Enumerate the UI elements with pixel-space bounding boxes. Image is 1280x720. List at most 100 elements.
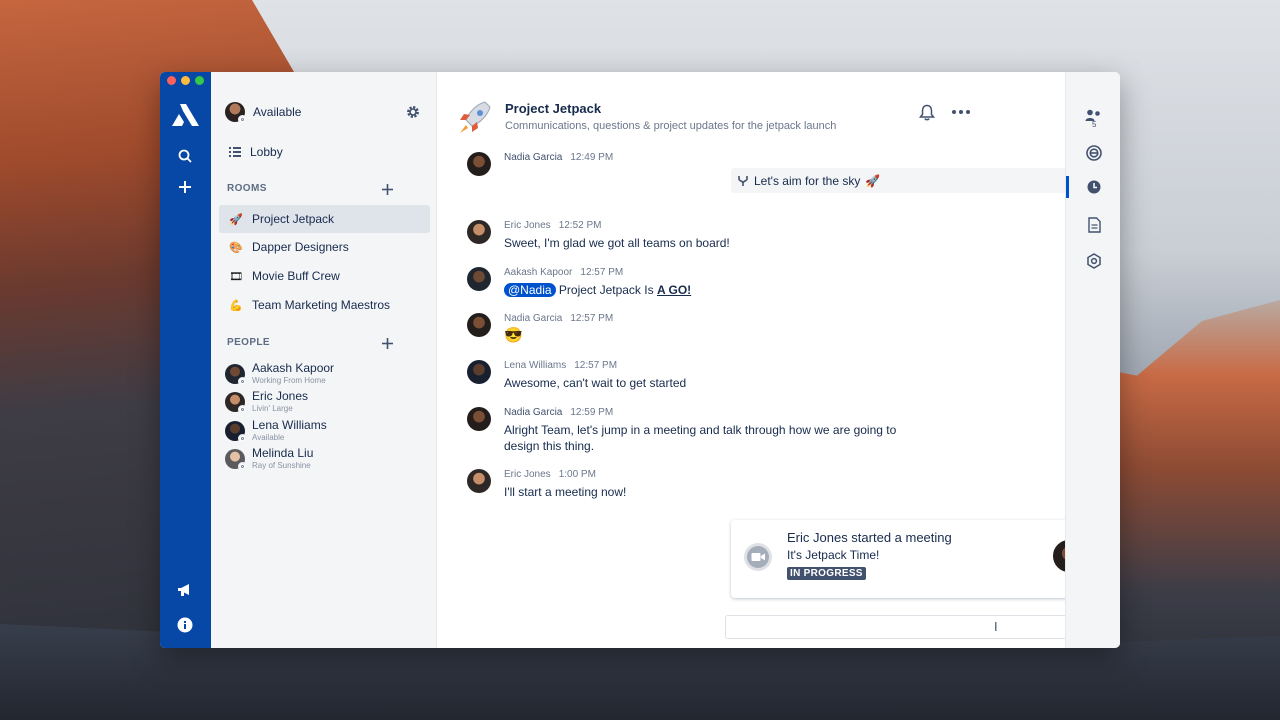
integrations-button[interactable]	[1084, 143, 1104, 163]
message-time: 1:00 PM	[558, 469, 596, 480]
message-body: Aakash Kapoor 12:57 PM @Nadia Project Je…	[504, 267, 691, 298]
message-item: Aakash Kapoor 12:57 PM @Nadia Project Je…	[467, 267, 935, 298]
notifications-button[interactable]	[917, 102, 937, 122]
message-author[interactable]: Nadia Garcia	[504, 407, 562, 418]
message-meta: Aakash Kapoor 12:57 PM	[504, 267, 691, 278]
meeting-subtitle: It's Jetpack Time!	[787, 548, 880, 562]
message-text: I'll start a meeting now!	[504, 485, 627, 499]
message-input[interactable]: I	[725, 615, 1120, 639]
message-author[interactable]: Nadia Garcia	[504, 152, 562, 163]
member-count: 5	[1092, 120, 1097, 129]
lobby-link[interactable]: Lobby	[219, 138, 430, 166]
message-text-line-1: Alright Team, let's jump in a meeting an…	[504, 423, 897, 437]
message-item: Nadia Garcia 12:59 PM Alright Team, let'…	[467, 407, 935, 454]
message-author[interactable]: Eric Jones	[504, 469, 551, 480]
room-header-actions	[917, 102, 971, 122]
meeting-card[interactable]: Eric Jones started a meeting It's Jetpac…	[731, 520, 1120, 598]
sidebar-item-team-marketing-maestros[interactable]: 💪 Team Marketing Maestros	[219, 291, 430, 319]
avatar[interactable]	[467, 152, 491, 176]
avatar[interactable]	[225, 102, 247, 124]
help-button[interactable]	[173, 613, 197, 637]
rocket-icon	[460, 101, 491, 133]
more-icon	[952, 110, 970, 114]
avatar	[225, 364, 247, 386]
message-meta: Nadia Garcia 12:59 PM	[504, 407, 896, 418]
person-status: Ray of Sunshine	[252, 461, 311, 470]
feedback-button[interactable]	[173, 578, 197, 602]
more-options-button[interactable]	[951, 102, 971, 122]
create-button[interactable]	[173, 175, 197, 199]
window-close-button[interactable]	[167, 76, 176, 85]
people-heading: PEOPLE	[227, 337, 270, 348]
schedule-button[interactable]	[1084, 177, 1104, 197]
avatar[interactable]	[467, 469, 491, 493]
message-time: 12:59 PM	[570, 407, 614, 418]
person-name: Lena Williams	[252, 418, 327, 432]
files-button[interactable]	[1084, 215, 1104, 235]
add-room-button[interactable]	[380, 182, 394, 196]
avatar[interactable]	[467, 267, 491, 291]
room-topic: Communications, questions & project upda…	[505, 120, 837, 132]
window-maximize-button[interactable]	[195, 76, 204, 85]
person-text: Lena Williams Available	[252, 419, 327, 443]
message-body: Eric Jones 12:52 PM Sweet, I'm glad we g…	[504, 220, 730, 251]
person-text: Melinda Liu Ray of Sunshine	[252, 447, 313, 471]
message-author[interactable]: Lena Williams	[504, 360, 566, 371]
sidebar-person-melinda-liu[interactable]: Melinda Liu Ray of Sunshine	[225, 445, 426, 473]
message-author[interactable]: Aakash Kapoor	[504, 267, 572, 278]
sidebar-person-eric-jones[interactable]: Eric Jones Livin' Large	[225, 388, 426, 416]
list-icon	[229, 147, 241, 157]
sidebar-item-movie-buff-crew[interactable]: 🎞 Movie Buff Crew	[219, 262, 430, 290]
avatar[interactable]	[467, 220, 491, 244]
gear-icon[interactable]	[406, 105, 420, 119]
message-body: Nadia Garcia 12:59 PM Alright Team, let'…	[504, 407, 896, 454]
room-sidebar: Available Lobby ROOMS 🚀 Project Jetpack	[211, 72, 437, 648]
sidebar-person-aakash-kapoor[interactable]: Aakash Kapoor Working From Home	[225, 360, 426, 388]
document-icon	[1087, 217, 1101, 233]
room-side-panel: 5	[1065, 72, 1120, 648]
avatar[interactable]	[467, 407, 491, 431]
search-button[interactable]	[173, 144, 197, 168]
message-text-emphasis: A GO!	[656, 283, 692, 297]
room-settings-button[interactable]	[1084, 251, 1104, 271]
person-name: Melinda Liu	[252, 446, 314, 460]
lobby-label: Lobby	[250, 145, 283, 159]
message-item: Eric Jones 1:00 PM I'll start a meeting …	[467, 469, 935, 500]
room-label: Team Marketing Maestros	[252, 298, 391, 312]
room-title: Project Jetpack	[505, 101, 602, 116]
video-camera-icon	[744, 543, 772, 571]
bell-icon	[919, 104, 935, 120]
integrations-icon	[1086, 145, 1102, 161]
avatar[interactable]	[467, 313, 491, 337]
film-icon: 🎞	[229, 270, 243, 283]
message-time: 12:49 PM	[570, 152, 614, 163]
sidebar-person-lena-williams[interactable]: Lena Williams Available	[225, 417, 426, 445]
app-logo-icon[interactable]	[170, 102, 202, 128]
room-label: Movie Buff Crew	[252, 269, 340, 283]
message-text: @Nadia Project Jetpack Is A GO!	[504, 282, 691, 298]
status-indicator	[238, 405, 247, 414]
person-name: Eric Jones	[252, 389, 309, 403]
message-body: Eric Jones 1:00 PM I'll start a meeting …	[504, 469, 626, 500]
rooms-heading: ROOMS	[227, 183, 267, 194]
sidebar-item-dapper-designers[interactable]: 🎨 Dapper Designers	[219, 233, 430, 261]
message-text: Awesome, can't wait to get started	[504, 376, 687, 390]
person-text: Aakash Kapoor Working From Home	[252, 362, 334, 386]
window-minimize-button[interactable]	[181, 76, 190, 85]
mention-chip[interactable]: @Nadia	[504, 283, 556, 297]
message-text-body: Project Jetpack Is	[558, 283, 654, 297]
window-controls	[167, 76, 204, 85]
message-body: Nadia Garcia 12:57 PM 😎	[504, 313, 613, 344]
user-status-row[interactable]: Available	[225, 102, 420, 124]
room-header: Project Jetpack Communications, question…	[455, 98, 979, 138]
message-author[interactable]: Eric Jones	[504, 220, 551, 231]
flexed-arm-icon: 💪	[229, 299, 243, 312]
global-nav	[160, 72, 211, 648]
avatar[interactable]	[467, 360, 491, 384]
status-indicator	[238, 115, 247, 124]
message-author[interactable]: Nadia Garcia	[504, 313, 562, 324]
add-person-button[interactable]	[380, 336, 394, 350]
rocket-icon: 🚀	[229, 213, 243, 226]
sidebar-item-project-jetpack[interactable]: 🚀 Project Jetpack	[219, 205, 430, 233]
person-name: Aakash Kapoor	[252, 361, 335, 375]
